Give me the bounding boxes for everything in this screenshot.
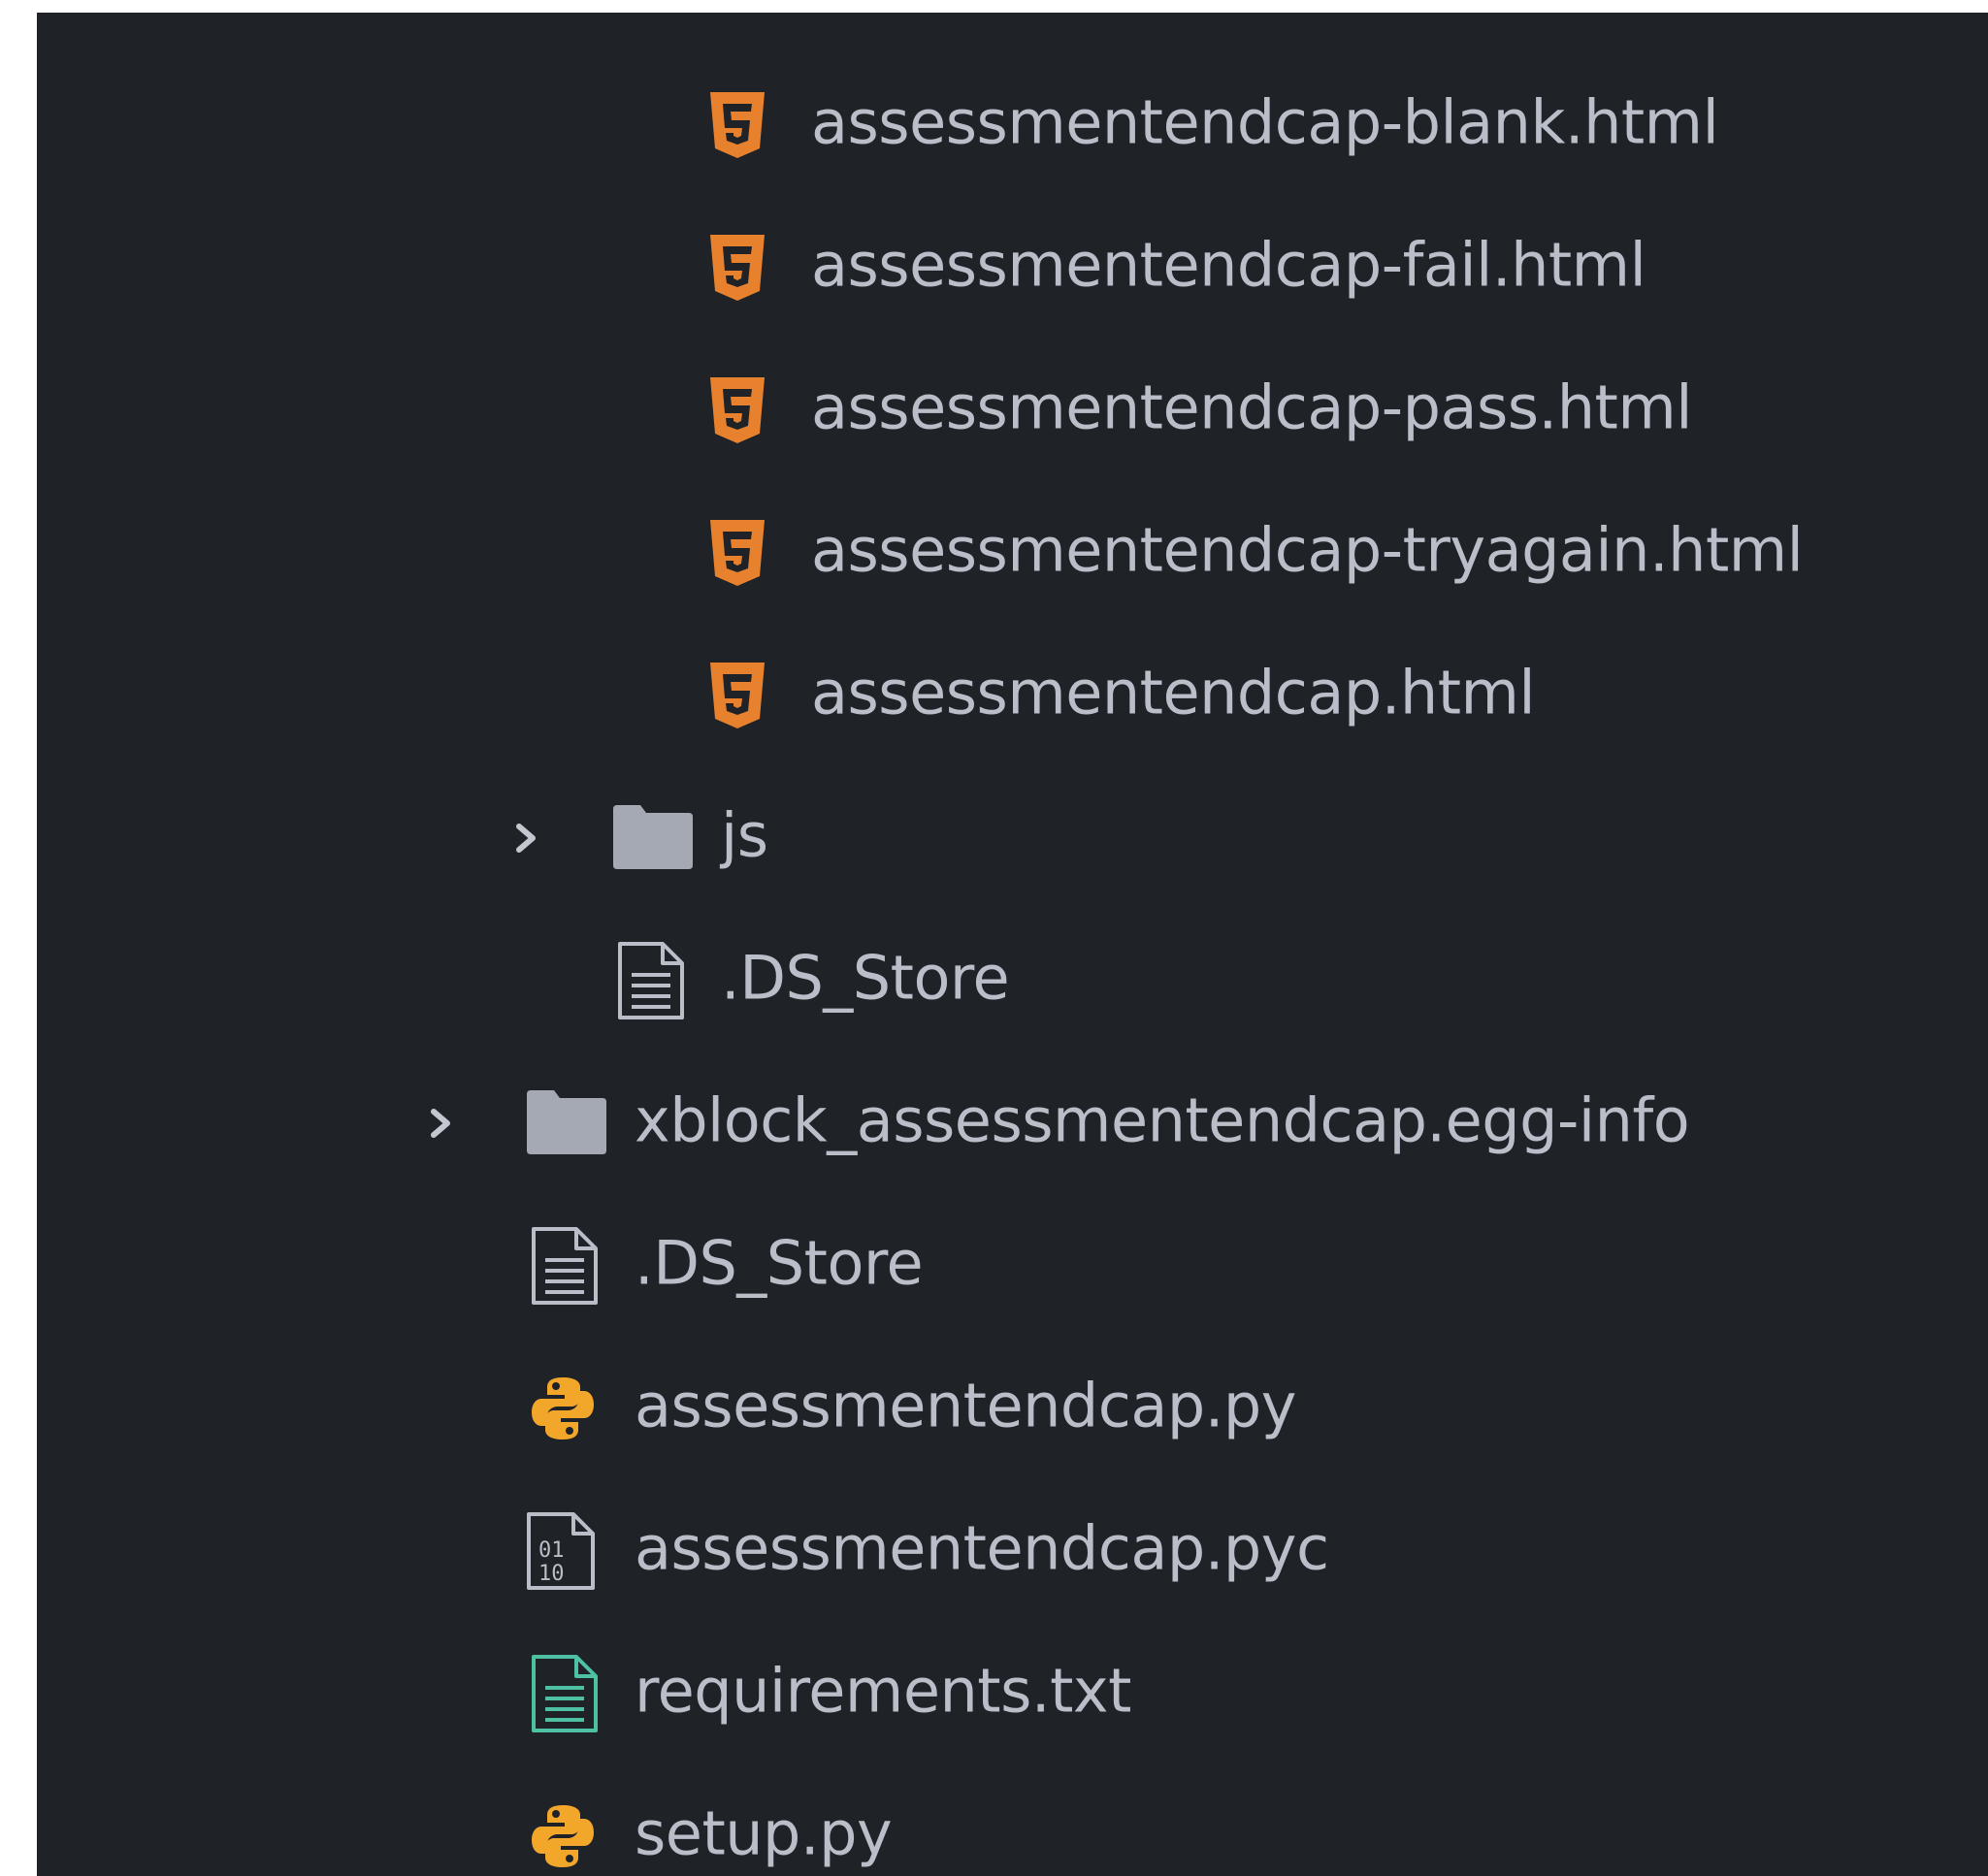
tree-item-label: assessmentendcap-fail.html	[811, 229, 1646, 301]
svg-text:10: 10	[538, 1562, 565, 1586]
chevron-right-icon[interactable]	[506, 819, 545, 857]
tree-item-assessmentendcap-html[interactable]: assessmentendcap.html	[37, 624, 1988, 766]
tree-folder-egg-info[interactable]: xblock_assessmentendcap.egg-info	[37, 1051, 1988, 1194]
chevron-right-icon[interactable]	[421, 1104, 460, 1143]
tree-item-requirements-txt[interactable]: requirements.txt	[37, 1622, 1988, 1764]
tree-item-label: assessmentendcap-pass.html	[811, 372, 1692, 443]
tree-item-label: .DS_Store	[721, 942, 1010, 1014]
tree-item-label: js	[721, 799, 768, 871]
file-text-icon	[530, 1653, 600, 1739]
html5-icon	[706, 233, 768, 307]
tree-item-label: requirements.txt	[635, 1655, 1131, 1727]
tree-item-setup-py[interactable]: setup.py	[37, 1764, 1988, 1876]
python-icon	[530, 1803, 596, 1874]
tree-folder-js[interactable]: js	[37, 766, 1988, 909]
html5-icon	[706, 518, 768, 593]
file-tree-panel: assessmentendcap-blank.html assessmenten…	[37, 13, 1988, 1876]
html5-icon	[706, 661, 768, 735]
tree-item-label: xblock_assessmentendcap.egg-info	[635, 1084, 1690, 1156]
tree-item-label: .DS_Store	[635, 1227, 924, 1299]
tree-item-assessmentendcap-fail-html[interactable]: assessmentendcap-fail.html	[37, 196, 1988, 339]
tree-item-assessmentendcap-pass-html[interactable]: assessmentendcap-pass.html	[37, 339, 1988, 481]
html5-icon	[706, 90, 768, 165]
tree-item-label: assessmentendcap.html	[811, 657, 1536, 728]
file-text-icon	[616, 940, 686, 1026]
tree-item-label: assessmentendcap.py	[635, 1370, 1296, 1441]
html5-icon	[706, 375, 768, 450]
tree-item-ds-store[interactable]: .DS_Store	[37, 1194, 1988, 1337]
tree-item-assessmentendcap-blank-html[interactable]: assessmentendcap-blank.html	[37, 53, 1988, 196]
tree-item-label: assessmentendcap-blank.html	[811, 86, 1719, 158]
file-text-icon	[530, 1225, 600, 1311]
tree-item-assessmentendcap-pyc[interactable]: 01 10 assessmentendcap.pyc	[37, 1479, 1988, 1622]
folder-icon	[611, 803, 695, 876]
tree-item-label: assessmentendcap.pyc	[635, 1512, 1329, 1584]
python-icon	[530, 1375, 596, 1446]
svg-text:01: 01	[538, 1538, 565, 1563]
folder-icon	[525, 1088, 608, 1161]
binary-file-icon: 01 10	[525, 1510, 597, 1597]
tree-item-label: setup.py	[635, 1797, 893, 1869]
tree-item-label: assessmentendcap-tryagain.html	[811, 514, 1804, 586]
tree-item-ds-store[interactable]: .DS_Store	[37, 909, 1988, 1051]
tree-item-assessmentendcap-py[interactable]: assessmentendcap.py	[37, 1337, 1988, 1479]
tree-item-assessmentendcap-tryagain-html[interactable]: assessmentendcap-tryagain.html	[37, 481, 1988, 624]
